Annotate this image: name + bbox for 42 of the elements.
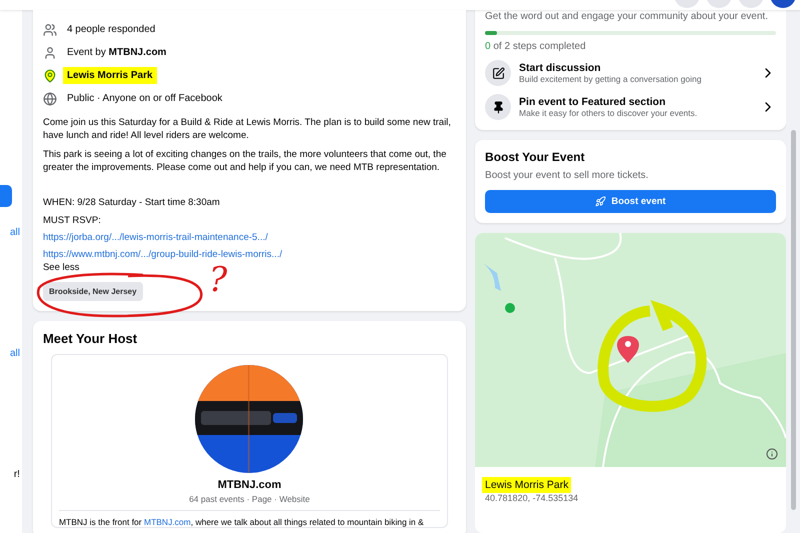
boost-title: Boost Your Event: [485, 150, 586, 164]
rocket-icon: [595, 196, 606, 207]
detail-text: Public · Anyone on or off Facebook: [66, 93, 222, 104]
host-meta: 64 past events · Page · Website: [189, 494, 310, 504]
item-title: Start discussion: [519, 62, 602, 74]
boost-text: Boost your event to sell more tickets.: [485, 169, 650, 182]
info-icon[interactable]: [766, 448, 778, 460]
description-paragraph: This park is seeing a lot of exciting changes on the trails, the more volunteers that come out, the greater the improvements. Please come out and help if you can, we need MTB representation.: [42, 148, 448, 174]
coordinates-text: 40.781820, -74.535134: [485, 493, 580, 503]
edit-icon: [485, 60, 512, 86]
pin-icon: [485, 94, 512, 120]
steps-text: 0 of 2 steps completed: [485, 41, 587, 52]
description-paragraph: Come join us this Saturday for a Build & Ride at Lewis Morris. The plan is to build some new trail, have lunch and ride! All level riders are welcome.: [42, 116, 452, 142]
host-name[interactable]: MTBNJ.com: [218, 479, 282, 491]
person-icon: [42, 46, 57, 60]
host-website-link[interactable]: MTBNJ.com: [144, 517, 191, 527]
detail-text: 4 people responded: [66, 24, 156, 35]
detail-text: Lewis Morris Park: [62, 67, 157, 84]
annotation-question-mark: ?: [208, 260, 228, 300]
item-title: Pin event to Featured section: [519, 96, 666, 108]
rsvp-link[interactable]: https://jorba.org/.../lewis-morris-trail-maintenance-5.../: [42, 231, 456, 244]
rsvp-link[interactable]: https://www.mtbnj.com/.../group-build-ride-lewis-morris.../: [42, 248, 456, 261]
detail-text: Event by MTBNJ.com: [66, 47, 166, 58]
pin-icon: [42, 68, 57, 82]
host-about-text: MTBNJ is the front for MTBNJ.com, where we talk about all things related to mountain biking in &: [58, 510, 440, 527]
section-title: Meet Your Host: [42, 331, 138, 346]
location-tag[interactable]: Brookside, New Jersey: [42, 282, 143, 301]
see-all-link[interactable]: all: [10, 348, 22, 359]
see-all-link[interactable]: all: [10, 227, 22, 238]
promote-text: Get the word out and engage your community about your event.: [485, 10, 769, 23]
item-subtitle: Make it easy for others to discover your events.: [519, 108, 698, 118]
when-text: WHEN: 9/28 Saturday - Start time 8:30am: [42, 196, 221, 209]
promote-item[interactable]: Start discussion Build excitement by getting a conversation going: [485, 60, 776, 86]
people-icon: [42, 22, 57, 36]
place-name[interactable]: Lewis Morris Park: [482, 477, 572, 493]
boost-event-button[interactable]: Boost event: [485, 190, 776, 213]
rsvp-label: MUST RSVP:: [42, 214, 102, 227]
sidebar-text: r!: [14, 469, 21, 480]
item-subtitle: Build excitement by getting a conversation going: [519, 74, 702, 84]
globe-icon: [42, 92, 57, 106]
promote-item[interactable]: Pin event to Featured section Make it easy for others to discover your events.: [485, 94, 776, 120]
sidebar-button[interactable]: [0, 185, 12, 207]
